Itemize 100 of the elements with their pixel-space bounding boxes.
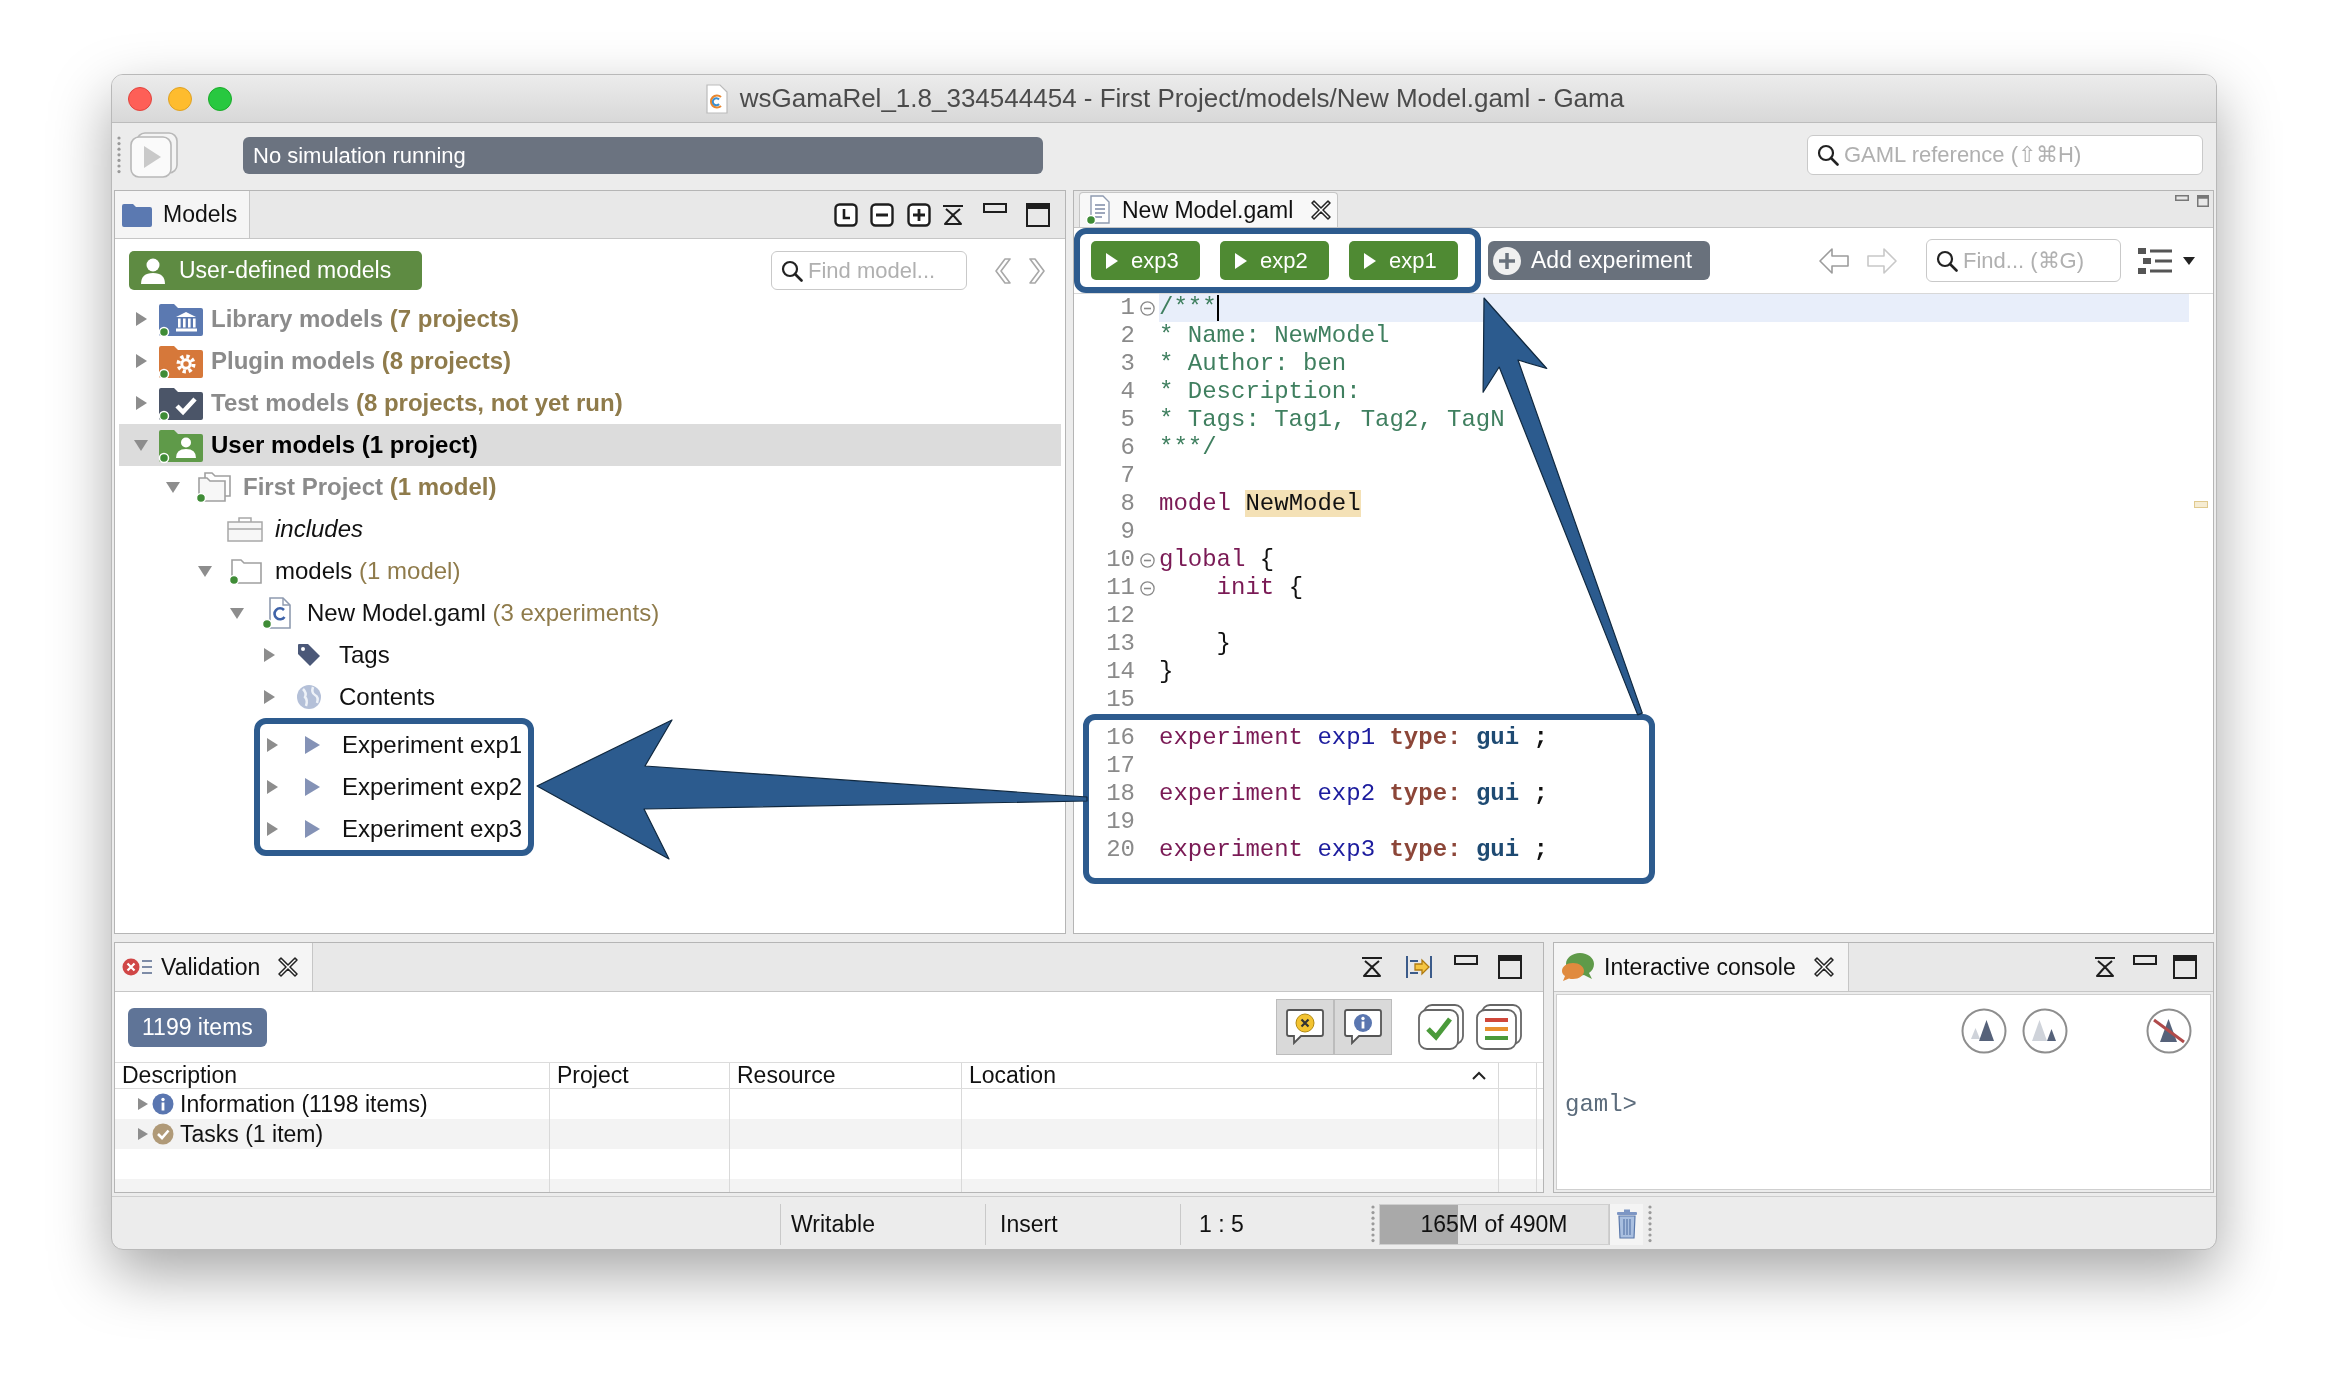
play-icon — [1234, 251, 1248, 270]
maximize-icon[interactable] — [1498, 955, 1522, 979]
code-line: experiment exp3 type: gui ; — [1159, 836, 1548, 864]
play-icon[interactable] — [129, 131, 179, 179]
validation-tab[interactable]: Validation — [115, 943, 314, 991]
caret-right-icon[interactable] — [262, 647, 276, 663]
folder-icon — [195, 470, 231, 504]
search-field[interactable]: Find... (⌘G) — [1926, 239, 2121, 282]
tree-item-label[interactable]: Experiment exp1 — [342, 727, 523, 763]
info-icon — [152, 1093, 174, 1115]
minus-circle-icon[interactable] — [1139, 580, 1155, 596]
table-row[interactable]: Tasks (1 item) — [115, 1119, 1543, 1149]
caret-right-icon[interactable] — [134, 395, 148, 411]
minimize-icon[interactable] — [2133, 955, 2157, 965]
memory-usage-label: 165M of 490M — [1420, 1209, 1568, 1239]
column-header[interactable]: Description — [115, 1063, 550, 1088]
tree-item-label[interactable]: First Project (1 model) — [243, 469, 497, 505]
minimize-icon[interactable] — [1454, 955, 1478, 965]
hourglass-icon[interactable] — [2093, 956, 2117, 978]
info-bubble-icon — [1343, 1008, 1383, 1046]
tree-item-label[interactable]: Contents — [339, 679, 436, 715]
tree-item-label[interactable]: Test models (8 projects, not yet run) — [211, 385, 623, 421]
filter-toggle[interactable] — [1334, 999, 1392, 1055]
clock-icon[interactable] — [834, 202, 858, 227]
window-close-icon[interactable] — [128, 86, 152, 111]
font-smaller-icon[interactable] — [2022, 1008, 2068, 1054]
grip-icon[interactable] — [1647, 1204, 1653, 1244]
caret-right-icon[interactable] — [265, 737, 279, 753]
arrows-icon[interactable] — [1404, 954, 1434, 980]
chevron-up-icon[interactable] — [1472, 1071, 1486, 1080]
maximize-icon[interactable] — [1026, 202, 1050, 227]
experiment-button[interactable]: exp1 — [1349, 241, 1458, 280]
line-number: 9 — [1120, 518, 1135, 546]
code-line: experiment exp2 type: gui ; — [1159, 780, 1548, 808]
line-number: 5 — [1120, 406, 1135, 434]
line-number: 8 — [1120, 490, 1135, 518]
caret-down-icon[interactable] — [2183, 256, 2195, 265]
tree-item-label[interactable]: includes — [275, 511, 364, 547]
caret-right-icon[interactable] — [265, 821, 279, 837]
minus-circle-icon[interactable] — [1139, 552, 1155, 568]
search-field[interactable]: GAML reference (⇧⌘H) — [1807, 135, 2203, 175]
models-tab[interactable]: Models — [115, 191, 251, 238]
minus-circle-icon[interactable] — [1139, 300, 1155, 316]
line-number: 4 — [1120, 378, 1135, 406]
check-square-icon[interactable] — [1418, 1004, 1464, 1050]
tree-item-label[interactable]: models (1 model) — [275, 553, 461, 589]
document-icon — [261, 596, 293, 630]
tree-item-label[interactable]: User models (1 project) — [211, 427, 478, 463]
minus-square-icon[interactable] — [870, 202, 894, 227]
column-header[interactable]: Location — [962, 1063, 1499, 1088]
code-line: model NewModel — [1159, 490, 1361, 518]
caret-right-icon[interactable] — [137, 1097, 149, 1111]
list-icon[interactable] — [2137, 245, 2173, 276]
arrow-left-icon[interactable] — [1818, 246, 1850, 275]
plus-circle-icon — [1492, 245, 1522, 276]
caret-right-icon[interactable] — [134, 353, 148, 369]
models-filter-button[interactable]: User-defined models — [129, 251, 422, 290]
experiment-button[interactable]: exp2 — [1220, 241, 1329, 280]
line-number: 6 — [1120, 434, 1135, 462]
minimize-icon[interactable] — [983, 203, 1007, 213]
window-zoom-icon[interactable] — [208, 86, 232, 111]
editor-tab[interactable]: New Model.gaml — [1079, 192, 1339, 227]
text-cursor-icon — [1216, 295, 1219, 321]
tree-item-label[interactable]: New Model.gaml (3 experiments) — [307, 595, 660, 631]
play-icon — [302, 818, 322, 840]
tree-item-label[interactable]: Experiment exp3 — [342, 811, 523, 847]
cursor-position-label: 1 : 5 — [1199, 1209, 1244, 1239]
search-field[interactable]: Find model... — [771, 251, 967, 290]
line-number: 7 — [1120, 462, 1135, 490]
filter-toggle[interactable] — [1276, 999, 1334, 1055]
caret-right-icon[interactable] — [265, 779, 279, 795]
write-mode-label: Writable — [791, 1209, 875, 1239]
font-larger-icon[interactable] — [1961, 1008, 2007, 1054]
close-icon[interactable] — [1311, 200, 1332, 220]
trash-icon[interactable] — [1615, 1209, 1638, 1239]
tree-item-label[interactable]: Experiment exp2 — [342, 769, 523, 805]
experiment-button[interactable]: exp3 — [1091, 241, 1200, 280]
column-header[interactable]: Resource — [730, 1063, 962, 1088]
caret-right-icon[interactable] — [137, 1127, 149, 1141]
line-number: 18 — [1106, 780, 1135, 808]
line-number: 20 — [1106, 836, 1135, 864]
column-header[interactable]: Project — [550, 1063, 730, 1088]
caret-right-icon[interactable] — [134, 311, 148, 327]
caret-right-icon[interactable] — [262, 689, 276, 705]
row-label: Information (1198 items) — [180, 1089, 428, 1119]
grip-icon[interactable] — [116, 135, 122, 175]
add-experiment-button[interactable]: Add experiment — [1488, 241, 1711, 280]
maximize-icon[interactable] — [2173, 955, 2197, 979]
hourglass-icon[interactable] — [941, 203, 965, 226]
close-icon[interactable] — [1813, 957, 1834, 977]
grip-icon[interactable] — [1370, 1204, 1376, 1244]
console-tab[interactable]: Interactive console — [1554, 943, 1849, 991]
tree-item-label[interactable]: Plugin models (8 projects) — [211, 343, 512, 379]
tree-item-label[interactable]: Library models (7 projects) — [211, 301, 520, 337]
clear-formatting-icon[interactable] — [2146, 1008, 2192, 1054]
tree-item-label[interactable]: Tags — [339, 637, 390, 673]
hourglass-icon[interactable] — [1360, 956, 1384, 978]
plus-square-icon[interactable] — [907, 202, 931, 227]
close-icon[interactable] — [278, 957, 299, 977]
list-icon[interactable] — [1476, 1004, 1522, 1050]
